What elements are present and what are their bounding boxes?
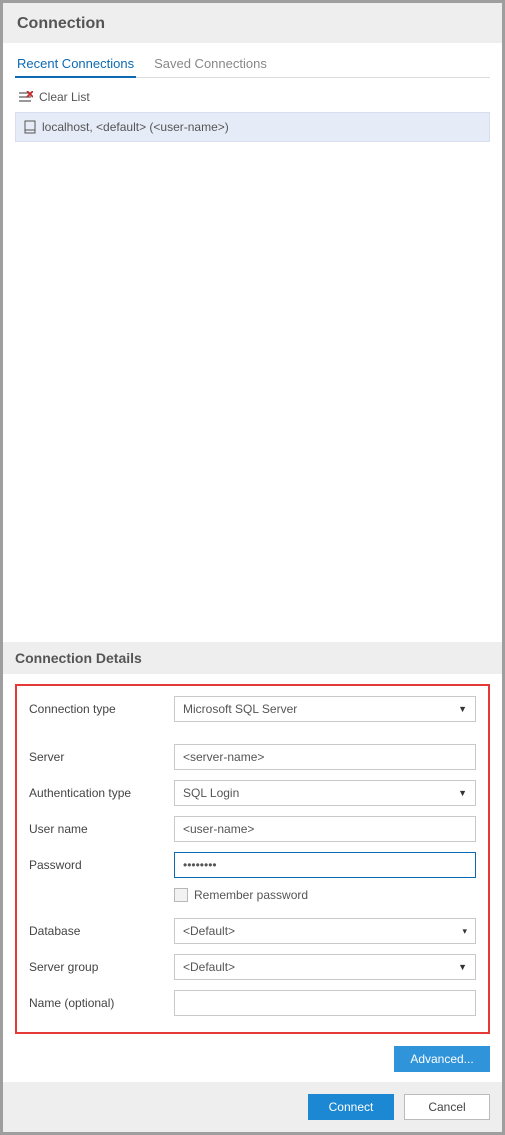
row-remember-password[interactable]: Remember password — [174, 888, 476, 902]
cancel-button[interactable]: Cancel — [404, 1094, 490, 1120]
tabs: Recent Connections Saved Connections — [15, 51, 490, 78]
connection-dialog: Connection Recent Connections Saved Conn… — [3, 3, 502, 1132]
select-connection-type[interactable]: Microsoft SQL Server ▼ — [174, 696, 476, 722]
clear-list-icon — [19, 91, 33, 104]
combo-database-value: <Default> — [183, 924, 235, 938]
clear-list-button[interactable]: Clear List — [15, 84, 490, 110]
chevron-down-icon: ▼ — [458, 788, 467, 798]
label-database: Database — [29, 924, 174, 938]
label-server-group: Server group — [29, 960, 174, 974]
row-connection-type: Connection type Microsoft SQL Server ▼ — [29, 696, 476, 722]
row-auth-type: Authentication type SQL Login ▼ — [29, 780, 476, 806]
connection-row-label: localhost, <default> (<user-name>) — [42, 120, 229, 134]
dialog-footer: Connect Cancel — [3, 1082, 502, 1132]
chevron-down-icon: ▼ — [458, 962, 467, 972]
connection-list: localhost, <default> (<user-name>) — [15, 112, 490, 142]
row-server-group: Server group <Default> ▼ — [29, 954, 476, 980]
select-server-group[interactable]: <Default> ▼ — [174, 954, 476, 980]
row-database: Database <Default> ▾ — [29, 918, 476, 944]
connect-button[interactable]: Connect — [308, 1094, 394, 1120]
input-name-optional[interactable] — [174, 990, 476, 1016]
row-username: User name — [29, 816, 476, 842]
row-server: Server — [29, 744, 476, 770]
server-icon — [24, 120, 36, 134]
combo-database[interactable]: <Default> ▾ — [174, 918, 476, 944]
chevron-down-icon: ▼ — [458, 704, 467, 714]
select-auth-type[interactable]: SQL Login ▼ — [174, 780, 476, 806]
checkbox-remember-password[interactable] — [174, 888, 188, 902]
top-section: Recent Connections Saved Connections Cle… — [3, 43, 502, 642]
dialog-header: Connection — [3, 3, 502, 43]
select-server-group-value: <Default> — [183, 960, 235, 974]
details-highlight: Connection type Microsoft SQL Server ▼ S… — [15, 684, 490, 1034]
input-username[interactable] — [174, 816, 476, 842]
details-header: Connection Details — [3, 642, 502, 674]
connection-row[interactable]: localhost, <default> (<user-name>) — [15, 112, 490, 142]
advanced-button[interactable]: Advanced... — [394, 1046, 490, 1072]
clear-list-label: Clear List — [39, 90, 90, 104]
input-server[interactable] — [174, 744, 476, 770]
input-password[interactable] — [174, 852, 476, 878]
details-body: Connection type Microsoft SQL Server ▼ S… — [3, 674, 502, 1040]
label-username: User name — [29, 822, 174, 836]
label-server: Server — [29, 750, 174, 764]
select-auth-type-value: SQL Login — [183, 786, 239, 800]
label-name-optional: Name (optional) — [29, 996, 174, 1010]
row-password: Password — [29, 852, 476, 878]
label-remember-password: Remember password — [194, 888, 308, 902]
dialog-title: Connection — [17, 15, 488, 33]
caret-down-icon: ▾ — [462, 926, 467, 937]
tab-recent-connections[interactable]: Recent Connections — [15, 51, 136, 77]
tab-saved-connections[interactable]: Saved Connections — [152, 51, 269, 77]
label-auth-type: Authentication type — [29, 786, 174, 800]
advanced-row: Advanced... — [3, 1040, 502, 1082]
label-password: Password — [29, 858, 174, 872]
label-connection-type: Connection type — [29, 702, 174, 716]
row-name-optional: Name (optional) — [29, 990, 476, 1016]
select-connection-type-value: Microsoft SQL Server — [183, 702, 297, 716]
